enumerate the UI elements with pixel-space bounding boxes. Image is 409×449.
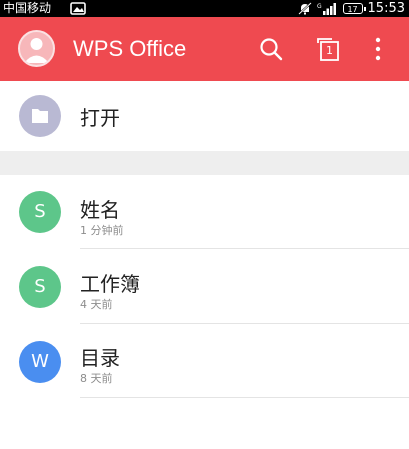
avatar[interactable] [18, 30, 55, 67]
spreadsheet-icon: S [19, 191, 61, 233]
open-label: 打开 [80, 106, 120, 130]
file-name: 工作簿 [80, 272, 140, 296]
file-time: 1 分钟前 [80, 224, 124, 237]
app-title: WPS Office [73, 36, 187, 61]
svg-text:G: G [317, 3, 322, 10]
image-notification-icon [70, 2, 86, 15]
file-time: 4 天前 [80, 298, 113, 311]
writer-icon: W [19, 341, 61, 383]
mute-icon [297, 2, 312, 15]
spreadsheet-icon: S [19, 266, 61, 308]
more-options-icon[interactable] [364, 35, 392, 63]
search-icon[interactable] [257, 35, 285, 63]
open-file-item[interactable]: 打开 [0, 81, 409, 151]
list-item[interactable]: S 工作簿 4 天前 [0, 250, 409, 325]
signal-icon: G [317, 3, 336, 15]
status-bar: 中国移动 G 17 15:53 [0, 0, 409, 17]
open-documents-button[interactable]: 1 [314, 35, 342, 63]
app-bar: WPS Office 1 [0, 17, 409, 81]
document-count: 1 [326, 44, 333, 57]
divider [80, 248, 409, 249]
divider [80, 323, 409, 324]
divider [80, 397, 409, 398]
file-time: 8 天前 [80, 372, 113, 385]
battery-icon: 17 [342, 3, 366, 14]
section-divider [0, 151, 409, 175]
file-type-letter: S [34, 276, 46, 297]
file-type-letter: S [34, 201, 46, 222]
folder-icon [32, 109, 48, 123]
open-folder-circle [19, 95, 61, 137]
list-item[interactable]: S 姓名 1 分钟前 [0, 175, 409, 250]
carrier-name: 中国移动 [3, 1, 52, 15]
file-name: 目录 [80, 346, 120, 370]
list-item[interactable]: W 目录 8 天前 [0, 325, 409, 400]
clock: 15:53 [367, 1, 405, 16]
user-icon [24, 38, 49, 63]
file-name: 姓名 [80, 198, 120, 222]
file-type-letter: W [31, 351, 49, 372]
